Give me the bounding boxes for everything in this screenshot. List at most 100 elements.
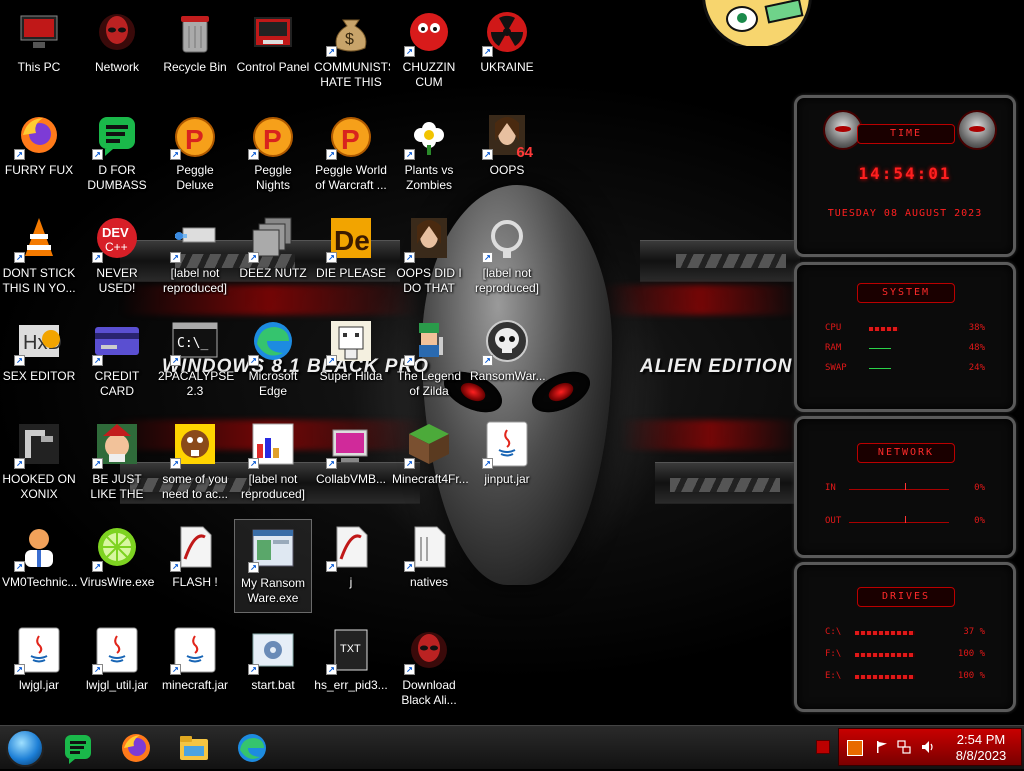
desktop-icon[interactable]: De ↗ DIE PLEASE [312, 210, 390, 304]
desktop-icon[interactable]: P↗Peggle Nights Deluxe [234, 107, 312, 201]
alert-tray-icon[interactable] [816, 740, 830, 754]
xonix-game-icon: ↗ [14, 420, 63, 469]
peggle-icon: P ↗ [326, 111, 375, 160]
desktop-icon[interactable]: ↗ FURRY FUX [0, 107, 78, 201]
desktop-icon[interactable]: DEV C++ ↗ NEVER USED! [78, 210, 156, 304]
desktop-icon[interactable]: ↗ j [312, 519, 390, 613]
flag-icon[interactable] [875, 740, 889, 754]
network-in-row: IN 0% [825, 483, 985, 497]
cpu-value: 38% [968, 323, 985, 333]
desktop-icon[interactable]: ↗ RansomWar... [468, 313, 546, 407]
java-icon: ↗ [92, 626, 141, 675]
desktop-icon[interactable]: ↗ UKRAINE [468, 4, 546, 98]
desktop-icon[interactable]: $↗COMMUNISTS HATE THIS G... [312, 4, 390, 98]
taskbar-app-green-chat[interactable] [60, 730, 96, 766]
desktop-icon[interactable]: ↗ natives [390, 519, 468, 613]
desktop-icon[interactable]: ↗ DONT STICK THIS IN YO... [0, 210, 78, 304]
network-icon[interactable] [897, 740, 911, 754]
tray-clock[interactable]: 2:54 PM 8/8/2023 [949, 732, 1013, 764]
desktop-icon-label: UKRAINE [480, 60, 534, 74]
desktop-icon-label: HOOKED ON XONIX [2, 472, 76, 501]
desktop-icon[interactable]: Recycle Bin [156, 4, 234, 98]
desktop-icon-label: DEEZ NUTZ [239, 266, 307, 280]
desktop-icon-label: CollabVMB... [315, 472, 387, 486]
desktop-icon-label: Super Hilda [319, 369, 383, 383]
desktop-icon[interactable]: ↗ Download Black Ali... [390, 622, 468, 716]
desktop-icon[interactable]: 64 ↗ OOPS [468, 107, 546, 201]
shortcut-arrow-icon: ↗ [404, 664, 415, 675]
desktop-icon[interactable]: P ↗ Peggle World of Warcraft ... [312, 107, 390, 201]
desktop-icon[interactable]: ↗ CollabVMB... [312, 416, 390, 510]
desktop-icon[interactable]: ↗ CHUZZIN CUM [390, 4, 468, 98]
wallpaper-red-glow [620, 420, 800, 450]
svg-text:$: $ [345, 31, 354, 48]
shortcut-arrow-icon: ↗ [482, 355, 493, 366]
desktop-icon-label: Network [94, 60, 139, 74]
desktop-icon[interactable]: ↗ [label not reproduced] [234, 416, 312, 510]
network-widget: NETWORK IN 0% OUT 0% [794, 416, 1016, 558]
desktop-icon[interactable]: ↗ BE JUST LIKE THE DUDE! [78, 416, 156, 510]
desktop-icon[interactable]: ↗ CREDIT CARD CHECKER [78, 313, 156, 407]
desktop-icon[interactable]: HxD ↗ SEX EDITOR [0, 313, 78, 407]
swap-row: SWAP 24% [825, 363, 985, 377]
desktop-icon[interactable]: P ↗ Peggle Deluxe [156, 107, 234, 201]
desktop-icon-label: Peggle Deluxe [176, 163, 214, 192]
desktop-icon-label: NEVER USED! [96, 266, 138, 295]
desktop-icon[interactable]: ↗ [label not reproduced] [468, 210, 546, 304]
taskbar-app-edge[interactable] [234, 730, 270, 766]
desktop-icon[interactable]: TXT ↗ hs_err_pid3... [312, 622, 390, 716]
volume-icon[interactable] [921, 740, 935, 754]
desktop-icon[interactable]: ↗ VirusWire.exe [78, 519, 156, 613]
desktop-icon[interactable]: ↗ Minecraft4Fr... [390, 416, 468, 510]
colored-blocks-icon: ↗ [248, 420, 297, 469]
shortcut-arrow-icon: ↗ [170, 355, 181, 366]
desktop-icon[interactable]: This PC [0, 4, 78, 98]
desktop-icon-label: FURRY FUX [4, 163, 74, 177]
cpu-row: CPU 38% [825, 323, 985, 337]
svg-text:P: P [185, 124, 204, 155]
desktop-icon[interactable]: ↗ DEEZ NUTZ [234, 210, 312, 304]
desktop-icon[interactable]: ↗ FLASH ! [156, 519, 234, 613]
lime-icon: ↗ [92, 523, 141, 572]
taskbar: 2:54 PM 8/8/2023 [0, 725, 1024, 769]
drives-widget-title: DRIVES [857, 587, 955, 607]
start-button[interactable] [6, 729, 44, 767]
taskbar-app-file-explorer[interactable] [176, 730, 212, 766]
stacked-windows-icon: ↗ [248, 214, 297, 263]
desktop-icon[interactable]: ↗ some of you need to ac... [156, 416, 234, 510]
tray-app-icon[interactable] [847, 740, 863, 756]
desktop-icon[interactable]: ↗ OOPS DID I DO THAT [390, 210, 468, 304]
network-out-value: 0% [974, 516, 985, 526]
desktop-icon[interactable]: ↗ lwjgl_util.jar [78, 622, 156, 716]
desktop-icon[interactable]: ↗ [label not reproduced] [156, 210, 234, 304]
pixel-hero-icon: ↗ [404, 317, 453, 366]
desktop-icon-label: DONT STICK THIS IN YO... [2, 266, 76, 295]
desktop-icon[interactable]: ↗ minecraft.jar [156, 622, 234, 716]
peggle-icon: P ↗ [170, 111, 219, 160]
taskbar-app-firefox[interactable] [118, 730, 154, 766]
desktop-icon[interactable]: Network [78, 4, 156, 98]
desktop-icon[interactable]: ↗ HOOKED ON XONIX [0, 416, 78, 510]
director-icon: De ↗ [326, 214, 375, 263]
desktop-icon-label: some of you need to ac... [161, 472, 229, 501]
shortcut-arrow-icon: ↗ [248, 355, 259, 366]
drive-f-row: F:\ 100 % [825, 649, 985, 663]
desktop-icon[interactable]: C:\_ ↗ 2PACALYPSE 2.3 [156, 313, 234, 407]
desktop-icon[interactable]: ↗ The Legend of Zilda [390, 313, 468, 407]
desktop-icon[interactable]: ↗ jinput.jar [468, 416, 546, 510]
peggle-icon: P ↗ [248, 111, 297, 160]
desktop-icon[interactable]: ↗ D FOR DUMBASS [78, 107, 156, 201]
shortcut-arrow-icon: ↗ [248, 252, 259, 263]
desktop-icon[interactable]: Control Panel [234, 4, 312, 98]
shortcut-arrow-icon: ↗ [482, 458, 493, 469]
desktop-icon[interactable]: ↗ Microsoft Edge [234, 313, 312, 407]
system-widget-title: SYSTEM [857, 283, 955, 303]
desktop-icon[interactable]: ↗ Super Hilda [312, 313, 390, 407]
desktop-icon[interactable]: ↗ start.bat [234, 622, 312, 716]
tray-date-text: 8/8/2023 [955, 748, 1007, 763]
desktop-icon[interactable]: ↗ lwjgl.jar [0, 622, 78, 716]
computer-icon [15, 8, 63, 56]
desktop-icon[interactable]: ↗ VM0Technic... [0, 519, 78, 613]
desktop-icon[interactable]: ↗ Plants vs Zombies [390, 107, 468, 201]
desktop-icon[interactable]: ↗ My Ransom Ware.exe [234, 519, 312, 613]
